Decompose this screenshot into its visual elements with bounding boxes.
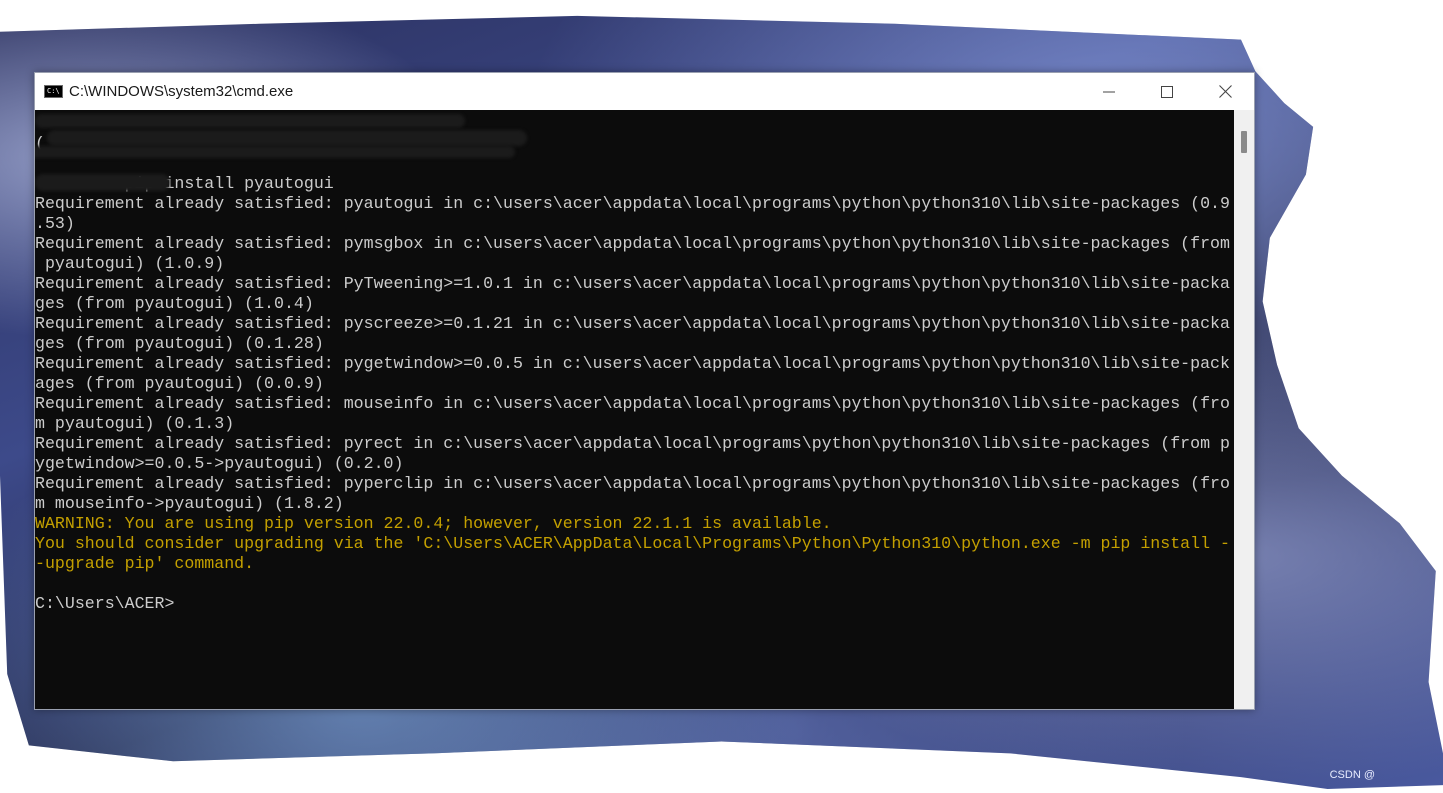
- redaction-mark: [47, 130, 527, 146]
- console-line: ygetwindow>=0.0.5->pyautogui) (0.2.0): [35, 454, 404, 473]
- window-title: C:\WINDOWS\system32\cmd.exe: [69, 83, 294, 100]
- console-line: Requirement already satisfied: pyrect in…: [35, 434, 1230, 453]
- console-line: ges (from pyautogui) (0.1.28): [35, 334, 324, 353]
- minimize-button[interactable]: [1080, 73, 1138, 110]
- console-line: pyautogui) (1.0.9): [35, 254, 225, 273]
- scrollbar-thumb[interactable]: [1241, 131, 1247, 153]
- close-button[interactable]: [1196, 73, 1254, 110]
- maximize-icon: [1161, 85, 1173, 98]
- console-line: Requirement already satisfied: mouseinfo…: [35, 394, 1230, 413]
- console-line: Requirement already satisfied: pyscreeze…: [35, 314, 1230, 333]
- title-bar[interactable]: C:\ C:\WINDOWS\system32\cmd.exe: [35, 73, 1254, 110]
- console-line: You should consider upgrading via the 'C…: [35, 534, 1230, 553]
- console-line: .53): [35, 214, 75, 233]
- close-icon: [1218, 85, 1232, 98]
- console-line: pip install pyautogui: [35, 174, 334, 193]
- console-line: -upgrade pip' command.: [35, 554, 255, 573]
- console-line: C:\Users\ACER>: [35, 594, 175, 613]
- redaction-mark: [35, 114, 465, 128]
- console-line: ges (from pyautogui) (1.0.4): [35, 294, 314, 313]
- window-controls: [1080, 73, 1254, 110]
- console-line: m mouseinfo->pyautogui) (1.8.2): [35, 494, 344, 513]
- console-line: Requirement already satisfied: pygetwind…: [35, 354, 1230, 373]
- console-line: Requirement already satisfied: PyTweenin…: [35, 274, 1230, 293]
- console-output[interactable]: ( pip install pyautogui Requirement alrea…: [35, 110, 1234, 709]
- console-line: Requirement already satisfied: pymsgbox …: [35, 234, 1230, 253]
- vertical-scrollbar[interactable]: [1234, 110, 1254, 709]
- console-line: WARNING: You are using pip version 22.0.…: [35, 514, 832, 533]
- redaction-mark: [35, 146, 515, 158]
- minimize-icon: [1103, 91, 1115, 92]
- cmd-icon[interactable]: C:\: [44, 85, 63, 98]
- watermark: CSDN @: [1329, 769, 1375, 781]
- console-line: Requirement already satisfied: pyautogui…: [35, 194, 1230, 213]
- console-line: m pyautogui) (0.1.3): [35, 414, 235, 433]
- console-line: Requirement already satisfied: pyperclip…: [35, 474, 1230, 493]
- redaction-mark: [35, 174, 170, 191]
- maximize-button[interactable]: [1138, 73, 1196, 110]
- console-line: ages (from pyautogui) (0.0.9): [35, 374, 324, 393]
- console-lines: ( pip install pyautogui Requirement alrea…: [35, 114, 1230, 614]
- cmd-window[interactable]: C:\ C:\WINDOWS\system32\cmd.exe ( pip in…: [34, 72, 1255, 710]
